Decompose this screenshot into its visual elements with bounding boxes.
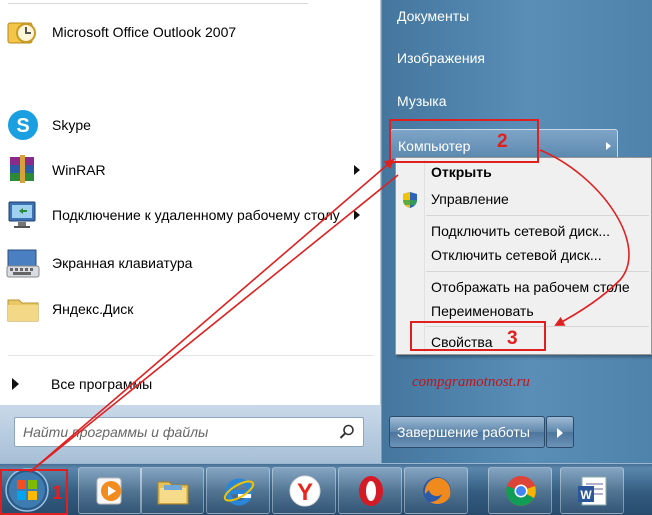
places-item-pictures[interactable]: Изображения (390, 42, 640, 74)
annotation-step-2: 2 (497, 131, 508, 152)
taskbar-word[interactable]: W (560, 467, 624, 514)
menu-item-open[interactable]: Открыть (431, 161, 492, 183)
taskbar-internet-explorer[interactable] (206, 467, 270, 514)
taskbar: Y W (0, 463, 652, 515)
annotation-box-computer (389, 119, 539, 163)
program-label: Экранная клавиатура (52, 254, 193, 271)
explorer-folder-icon (157, 481, 189, 505)
submenu-arrow-icon (354, 165, 360, 175)
opera-icon (359, 476, 383, 506)
annotation-box-properties (410, 321, 546, 351)
chrome-icon (506, 476, 536, 506)
firefox-icon (423, 477, 451, 505)
ie-icon (223, 478, 255, 506)
keyboard-icon (6, 246, 40, 280)
taskbar-opera[interactable] (338, 467, 402, 514)
program-label: Microsoft Office Outlook 2007 (52, 23, 237, 40)
program-outlook[interactable]: Microsoft Office Outlook 2007 (6, 13, 376, 51)
menu-item-map-network-drive[interactable]: Подключить сетевой диск... (431, 220, 610, 242)
taskbar-yandex-browser[interactable]: Y (272, 467, 336, 514)
menu-item-disconnect-network-drive[interactable]: Отключить сетевой диск... (431, 244, 602, 266)
taskbar-firefox[interactable] (404, 467, 468, 514)
shutdown-button[interactable]: Завершение работы (389, 416, 545, 448)
search-box[interactable] (14, 417, 364, 447)
program-remote-desktop[interactable]: Подключение к удаленному рабочему столу (6, 196, 376, 234)
all-programs-label: Все программы (51, 376, 153, 392)
menu-item-manage[interactable]: Управление (431, 188, 509, 210)
submenu-arrow-icon (354, 210, 360, 220)
svg-text:W: W (580, 488, 592, 502)
yandex-browser-icon: Y (289, 475, 321, 507)
triangle-right-icon (557, 428, 563, 438)
program-skype[interactable]: S Skype (6, 106, 376, 144)
all-programs-button[interactable]: Все программы (12, 372, 152, 396)
program-winrar[interactable]: WinRAR (6, 151, 376, 189)
program-label: WinRAR (52, 161, 106, 178)
outlook-icon (6, 15, 40, 49)
program-label: Skype (52, 116, 91, 133)
annotation-step-3: 3 (507, 328, 518, 349)
menu-separator (426, 215, 649, 216)
svg-text:S: S (16, 115, 29, 137)
submenu-arrow-icon (606, 142, 611, 150)
program-onscreen-keyboard[interactable]: Экранная клавиатура (6, 244, 376, 282)
word-icon: W (578, 476, 607, 506)
search-area (0, 405, 381, 463)
watermark: compgramotnost.ru (412, 374, 530, 390)
folder-icon (6, 292, 40, 326)
winrar-icon (6, 153, 40, 187)
places-item-documents[interactable]: Документы (390, 0, 640, 32)
separator (8, 3, 308, 4)
svg-text:Y: Y (297, 479, 313, 506)
taskbar-chrome[interactable] (488, 467, 552, 514)
media-player-icon (96, 477, 122, 505)
start-menu-programs-pane: Microsoft Office Outlook 2007 S Skype Wi… (0, 0, 381, 405)
menu-item-rename[interactable]: Переименовать (431, 300, 534, 322)
places-item-music[interactable]: Музыка (390, 85, 640, 117)
skype-icon: S (6, 108, 40, 142)
program-label: Подключение к удаленному рабочему столу (52, 206, 340, 223)
search-input[interactable] (23, 423, 323, 441)
triangle-right-icon (12, 378, 19, 390)
shutdown-options-button[interactable] (546, 416, 574, 448)
taskbar-explorer[interactable] (140, 467, 204, 514)
menu-item-show-on-desktop[interactable]: Отображать на рабочем столе (431, 276, 630, 298)
program-label: Яндекс.Диск (52, 300, 134, 317)
taskbar-media-player[interactable] (78, 467, 142, 514)
remote-desktop-icon (6, 198, 40, 232)
shield-icon (403, 192, 417, 208)
search-icon[interactable] (339, 424, 355, 440)
annotation-step-1: 1 (52, 483, 63, 504)
menu-separator (426, 271, 649, 272)
program-yandex-disk[interactable]: Яндекс.Диск (6, 290, 376, 328)
separator (8, 355, 373, 356)
